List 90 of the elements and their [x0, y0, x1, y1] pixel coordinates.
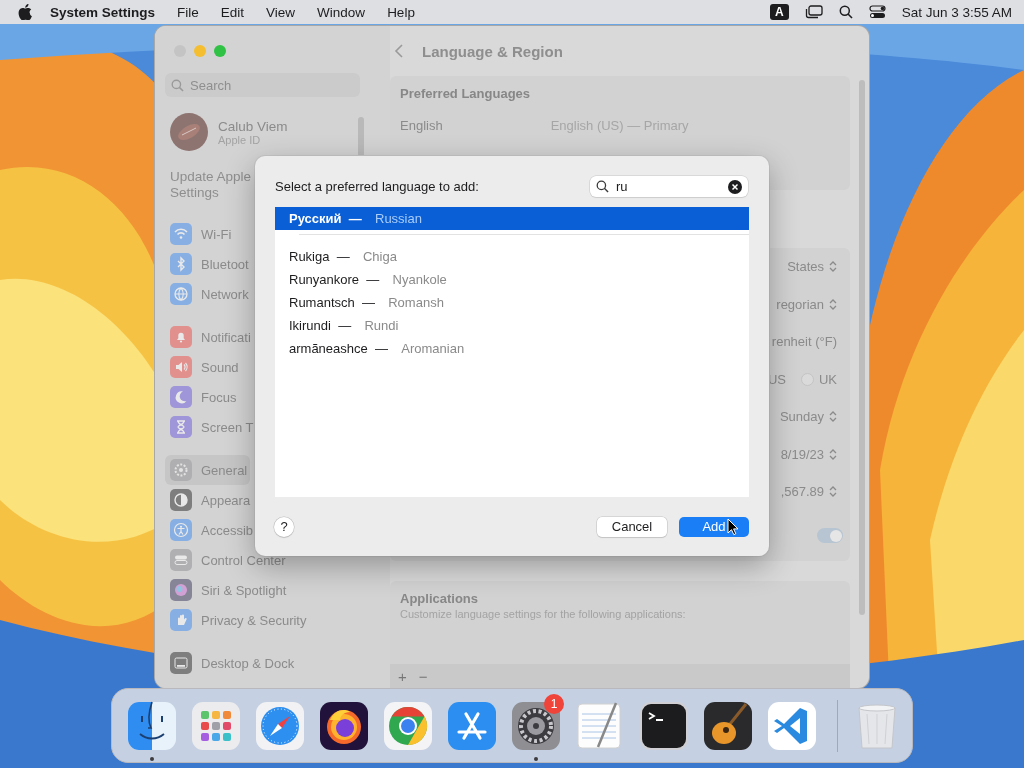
section-heading: Applications: [400, 590, 479, 606]
orb-icon: [170, 579, 192, 601]
clear-icon[interactable]: [728, 179, 742, 194]
popup-value[interactable]: Sunday: [779, 409, 824, 425]
globe-icon: [170, 283, 192, 305]
sidebar-item[interactable]: Wi-Fi: [165, 219, 235, 249]
windows-icon[interactable]: [804, 5, 823, 19]
remove-button[interactable]: −: [418, 667, 428, 685]
triangle-strokes-icon[interactable]: [446, 699, 498, 752]
gear-icon[interactable]: [510, 699, 562, 752]
sidebar-item[interactable]: Focus: [165, 382, 240, 412]
page-title: Language & Region: [422, 42, 563, 60]
code-editor-icon[interactable]: [766, 699, 818, 752]
sidebar-item[interactable]: General: [165, 455, 251, 485]
sidebar-item[interactable]: Appeara: [165, 485, 254, 515]
compass-icon[interactable]: [254, 699, 306, 752]
terminal-icon[interactable]: [638, 699, 690, 752]
dialog-prompt: Select a preferred language to add:: [275, 179, 479, 195]
sidebar-item[interactable]: Sound: [165, 352, 242, 382]
control-center-icon[interactable]: [868, 5, 886, 19]
sidebar-item[interactable]: Siri & Spotlight: [165, 575, 290, 605]
search-icon: [596, 180, 609, 194]
moon-icon: [170, 386, 192, 408]
speaker-icon: [170, 356, 192, 378]
wifi-icon: [170, 223, 192, 245]
menu-item[interactable]: Help: [387, 4, 415, 20]
search-icon: [171, 78, 184, 92]
accessibility-icon: [170, 519, 192, 541]
smile-tile-icon[interactable]: [126, 699, 178, 752]
sidebar-item[interactable]: Desktop & Dock: [165, 648, 298, 678]
sidebar-item[interactable]: Accessib: [165, 515, 257, 545]
language-option[interactable]: Rumantsch — Romansh: [275, 290, 749, 314]
hourglass-icon: [170, 416, 192, 438]
search-icon[interactable]: [838, 5, 853, 19]
stepper-chevron-icon[interactable]: [829, 297, 837, 311]
add-button[interactable]: +: [398, 667, 407, 685]
hand-icon: [170, 609, 192, 631]
popup-value[interactable]: 8/19/23: [780, 446, 824, 462]
pointer-icon: [727, 518, 739, 536]
toggles-icon: [170, 549, 192, 571]
popup-value[interactable]: States: [787, 259, 824, 275]
toggle-switch[interactable]: [817, 528, 843, 543]
avatar[interactable]: [170, 113, 208, 151]
radio-label[interactable]: UK: [818, 371, 837, 387]
gear-icon: [170, 459, 192, 481]
bell-icon: [170, 326, 192, 348]
stepper-chevron-icon[interactable]: [829, 410, 837, 424]
back-icon[interactable]: [394, 43, 404, 59]
zoom-button[interactable]: [214, 45, 226, 57]
sidebar-item[interactable]: Network: [165, 279, 252, 309]
dock-icon: [170, 652, 192, 674]
language-option[interactable]: Русский — Russian: [275, 206, 749, 230]
scrollbar-thumb[interactable]: [859, 80, 865, 615]
menu-item[interactable]: View: [266, 4, 296, 20]
sidebar-item[interactable]: Notificati: [165, 322, 254, 352]
app-menu[interactable]: System Settings: [50, 4, 156, 20]
language-option[interactable]: Runyankore — Nyankole: [275, 267, 749, 291]
flame-globe-icon[interactable]: [318, 699, 370, 752]
language-option[interactable]: Rukiga — Chiga: [275, 244, 749, 268]
menu-item[interactable]: Edit: [220, 4, 245, 20]
help-button[interactable]: ?: [274, 516, 294, 537]
popup-value[interactable]: ,567.89: [780, 484, 824, 500]
guitar-icon[interactable]: [702, 699, 754, 752]
menu-item[interactable]: File: [177, 4, 199, 20]
stepper-chevron-icon[interactable]: [829, 260, 837, 274]
stepper-chevron-icon[interactable]: [829, 447, 837, 461]
cancel-button[interactable]: Cancel: [597, 516, 667, 537]
account-name: Calub Viem: [218, 118, 288, 134]
apple-icon[interactable]: [18, 4, 32, 20]
search-field[interactable]: Search: [165, 73, 360, 97]
sidebar-item[interactable]: Bluetoot: [165, 249, 252, 279]
sidebar-item[interactable]: Screen T: [165, 412, 257, 442]
setting-value: renheit (°F): [771, 334, 837, 350]
stepper-chevron-icon[interactable]: [829, 485, 837, 499]
language-option[interactable]: Ikirundi — Rundi: [275, 313, 749, 337]
bluetooth-icon: [170, 253, 192, 275]
language-name: English: [400, 118, 443, 133]
language-option[interactable]: armãneashce — Aromanian: [275, 336, 749, 360]
sidebar-item[interactable]: Control Center: [165, 545, 289, 575]
section-heading: Preferred Languages: [400, 86, 532, 101]
popup-value[interactable]: regorian: [776, 296, 824, 312]
app-grid-icon[interactable]: [190, 699, 242, 752]
input-source-indicator[interactable]: A: [770, 4, 789, 20]
add-button[interactable]: Add: [679, 516, 749, 537]
scrollbar-thumb[interactable]: [358, 117, 364, 157]
notification-badge: 1: [544, 694, 564, 714]
sidebar-item[interactable]: Privacy & Security: [165, 605, 310, 635]
clock[interactable]: Sat Jun 3 3:55 AM: [901, 4, 1012, 20]
search-field[interactable]: ru: [590, 176, 748, 198]
menu-item[interactable]: Window: [317, 4, 366, 20]
